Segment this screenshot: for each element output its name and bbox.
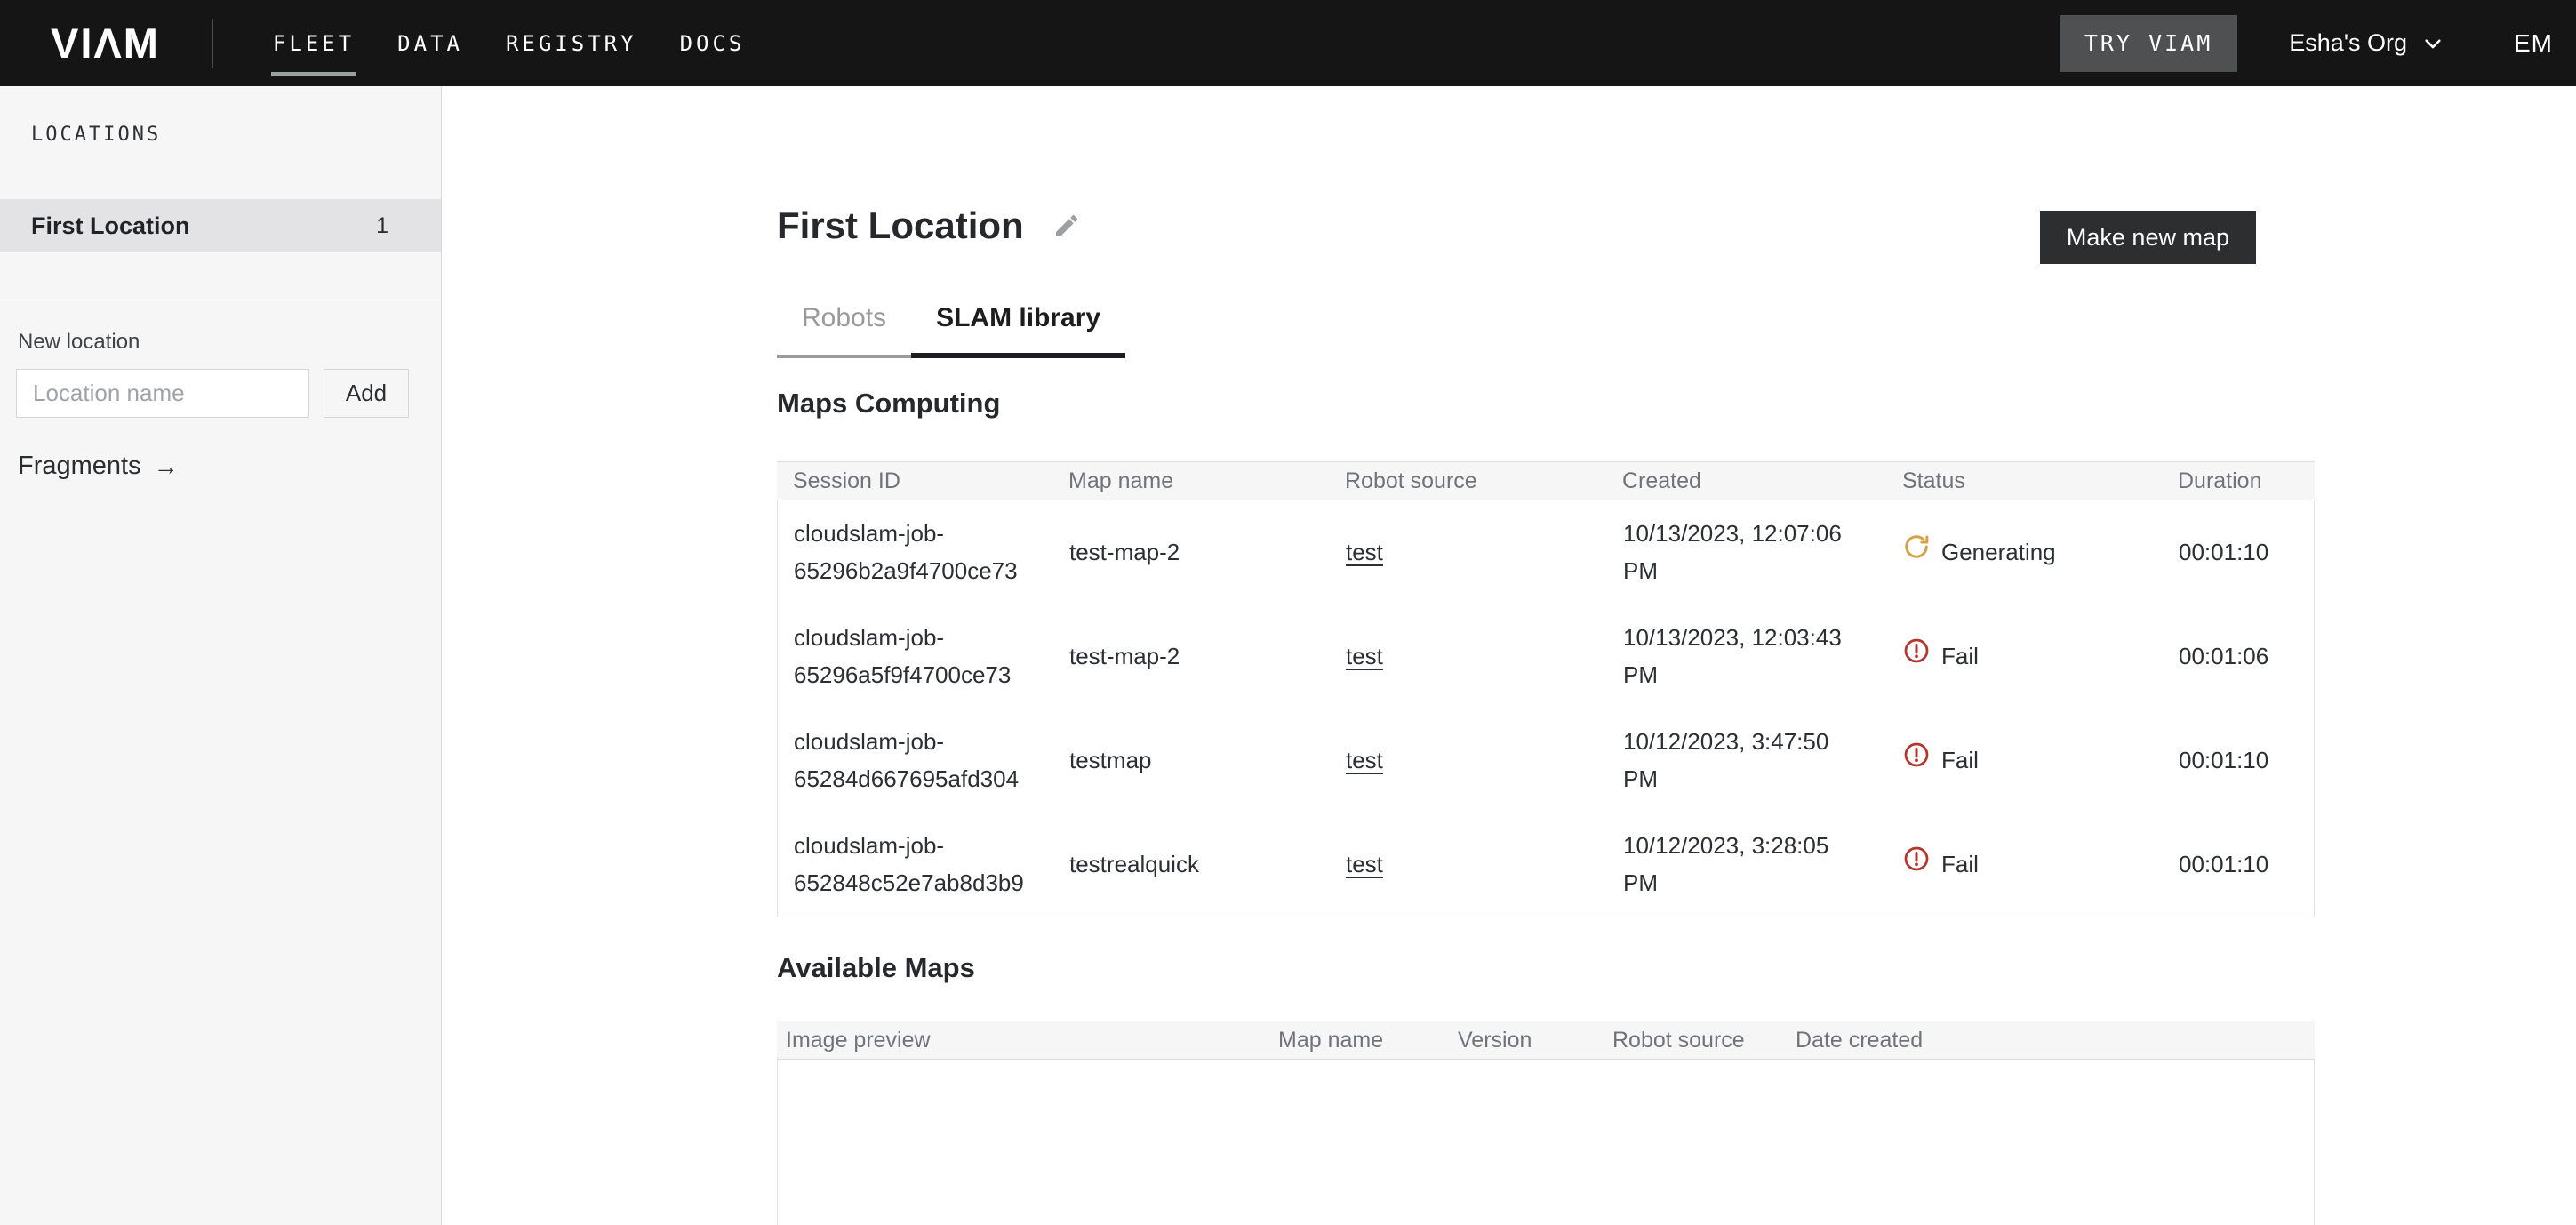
map-name-cell: test-map-2 [1053,638,1330,676]
column-header-image-preview: Image preview [777,1028,1269,1053]
user-menu[interactable]: EM [2514,29,2553,58]
table-row: cloudslam-job-65284d667695afd304 testmap… [778,709,2314,813]
sidebar-heading: LOCATIONS [31,124,441,146]
maps-computing-header-row: Session ID Map name Robot source Created… [777,461,2315,500]
viam-app: VIΛM FLEET DATA REGISTRY DOCS TRY VIAM E… [0,0,2576,1225]
column-header-robot-source: Robot source [1604,1028,1787,1053]
maps-computing-heading: Maps Computing [777,388,2315,420]
table-row: cloudslam-job-65296a5f9f4700ce73 test-ma… [778,604,2314,709]
title-row: First Location Make new map [777,205,2315,246]
tab-robots[interactable]: Robots [777,303,911,358]
status-cell: Fail [1887,741,2163,780]
table-row: cloudslam-job-65296b2a9f4700ce73 test-ma… [778,500,2314,604]
created-cell: 10/12/2023, 3:47:50 PM [1607,724,1856,797]
status-cell: Generating [1887,533,2163,572]
try-viam-button[interactable]: TRY VIAM [2060,15,2237,72]
map-name-cell: test-map-2 [1053,534,1330,572]
created-cell: 10/13/2023, 12:07:06 PM [1607,516,1856,589]
pencil-icon [1052,212,1081,240]
chevron-down-icon [2421,32,2444,55]
session-id-cell: cloudslam-job-652848c52e7ab8d3b9 [778,828,1053,901]
robot-source-link[interactable]: test [1346,539,1383,565]
locations-sidebar: LOCATIONS First Location 1 New location … [0,86,442,1225]
column-header-robot-source: Robot source [1329,468,1606,494]
column-header-date-created: Date created [1787,1028,2315,1053]
column-header-map-name: Map name [1052,468,1329,494]
org-switcher[interactable]: Esha's Org [2289,29,2444,57]
column-header-duration: Duration [2162,468,2315,494]
new-location-form: Add [16,369,441,418]
fragments-label: Fragments [18,452,141,481]
duration-cell: 00:01:10 [2163,846,2314,884]
edit-location-name-button[interactable] [1052,211,1081,241]
available-maps-heading: Available Maps [777,952,2315,984]
add-location-button[interactable]: Add [324,369,409,418]
session-id-cell: cloudslam-job-65296b2a9f4700ce73 [778,516,1053,589]
refresh-icon [1903,533,1930,572]
nav-right: TRY VIAM Esha's Org EM [2060,15,2556,72]
column-header-created: Created [1606,468,1886,494]
maps-computing-table: Session ID Map name Robot source Created… [777,461,2315,917]
session-id-cell: cloudslam-job-65296a5f9f4700ce73 [778,620,1053,693]
status-label: Fail [1941,846,1979,884]
status-cell: Fail [1887,637,2163,676]
new-location-label: New location [18,330,441,355]
table-row: cloudslam-job-652848c52e7ab8d3b9 testrea… [778,813,2314,917]
page-title: First Location [777,205,1024,246]
error-icon [1903,637,1930,676]
nav-divider [212,19,213,68]
column-header-map-name: Map name [1269,1028,1449,1053]
map-name-cell: testmap [1053,742,1330,780]
duration-cell: 00:01:06 [2163,638,2314,676]
column-header-version: Version [1449,1028,1604,1053]
location-name-input[interactable] [16,369,309,418]
column-header-session-id: Session ID [777,468,1052,494]
error-icon [1903,741,1930,780]
status-label: Fail [1941,742,1979,780]
location-name: First Location [31,212,190,240]
nav-item-fleet[interactable]: FLEET [273,22,355,65]
tabs: Robots SLAM library [777,303,2315,358]
status-label: Fail [1941,638,1979,676]
status-label: Generating [1941,534,2056,572]
tab-slam-library[interactable]: SLAM library [911,303,1125,358]
sidebar-item-first-location[interactable]: First Location 1 [0,199,441,252]
nav-item-data[interactable]: DATA [397,22,463,65]
top-nav: VIΛM FLEET DATA REGISTRY DOCS TRY VIAM E… [0,0,2576,86]
fragments-link[interactable]: Fragments → [18,452,179,481]
column-header-status: Status [1886,468,2162,494]
main-content: First Location Make new map Robots SLAM … [442,86,2576,1225]
robot-source-link[interactable]: test [1346,851,1383,877]
duration-cell: 00:01:10 [2163,534,2314,572]
viam-logo[interactable]: VIΛM [51,22,160,64]
make-new-map-button[interactable]: Make new map [2040,211,2256,264]
available-maps-header-row: Image preview Map name Version Robot sou… [777,1021,2315,1060]
arrow-right-icon: → [154,452,179,481]
error-icon [1903,845,1930,884]
duration-cell: 00:01:10 [2163,742,2314,780]
session-id-cell: cloudslam-job-65284d667695afd304 [778,724,1053,797]
nav-links: FLEET DATA REGISTRY DOCS [273,22,745,65]
created-cell: 10/13/2023, 12:03:43 PM [1607,620,1856,693]
nav-item-registry[interactable]: REGISTRY [506,22,637,65]
org-name: Esha's Org [2289,29,2407,57]
available-maps-body [777,1060,2315,1225]
available-maps-table: Image preview Map name Version Robot sou… [777,1021,2315,1225]
robot-source-link[interactable]: test [1346,747,1383,773]
status-cell: Fail [1887,845,2163,884]
nav-item-docs[interactable]: DOCS [680,22,746,65]
map-name-cell: testrealquick [1053,846,1330,884]
created-cell: 10/12/2023, 3:28:05 PM [1607,828,1856,901]
location-robot-count: 1 [376,213,388,239]
robot-source-link[interactable]: test [1346,643,1383,669]
maps-computing-body: cloudslam-job-65296b2a9f4700ce73 test-ma… [777,500,2315,917]
